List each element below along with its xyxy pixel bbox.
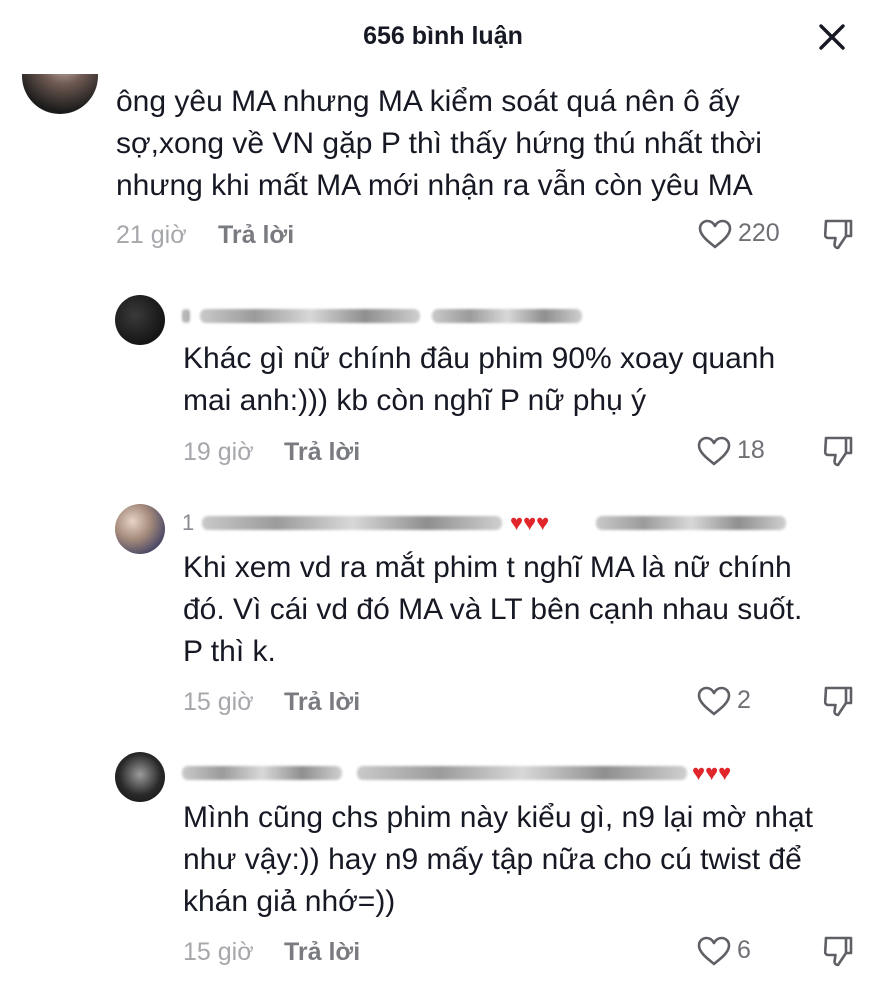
heart-emoji-icon: ♥♥♥ (692, 760, 732, 785)
avatar[interactable] (115, 504, 165, 554)
dislike-button[interactable] (822, 217, 856, 253)
heart-outline-icon (697, 686, 731, 716)
comment-time: 19 giờ (183, 438, 254, 466)
like-button[interactable]: 18 (697, 434, 777, 470)
username[interactable]: ♥♥♥ (182, 760, 802, 786)
thumbs-down-icon (823, 436, 853, 467)
comment-meta: 15 giờ Trả lời 2 (183, 686, 863, 722)
avatar[interactable] (115, 752, 165, 802)
thumbs-down-icon (823, 219, 853, 250)
reply-button[interactable]: Trả lời (218, 221, 294, 250)
username[interactable]: 1 ♥♥♥ (182, 510, 802, 536)
username[interactable] (182, 303, 602, 329)
comment-time: 15 giờ (183, 688, 254, 716)
like-count: 18 (737, 436, 765, 464)
comment-time: 21 giờ (116, 221, 187, 249)
thumbs-down-icon (823, 686, 853, 717)
like-button[interactable]: 2 (697, 684, 777, 720)
avatar[interactable] (115, 295, 165, 345)
thumbs-down-icon (823, 936, 853, 967)
like-count: 6 (737, 936, 751, 964)
close-icon[interactable] (815, 20, 849, 54)
like-button[interactable]: 220 (698, 217, 788, 253)
comment-time: 15 giờ (183, 938, 254, 966)
like-count: 220 (738, 219, 780, 247)
comment-text: Mình cũng chs phim này kiểu gì, n9 lại m… (183, 801, 813, 918)
comment-text: ông yêu MA nhưng MA kiểm soát quá nên ô … (116, 85, 762, 202)
comment-meta: 21 giờ Trả lời 220 (116, 219, 856, 255)
comment-text: Khi xem vd ra mắt phim t nghĩ MA là nữ c… (183, 551, 803, 668)
comments-header: 656 bình luận (0, 0, 886, 72)
username-text: 1 (182, 510, 195, 535)
comment-count-title: 656 bình luận (363, 22, 523, 50)
reply-button[interactable]: Trả lời (284, 938, 360, 967)
reply-button[interactable]: Trả lời (284, 688, 360, 717)
heart-emoji-icon: ♥♥♥ (510, 510, 550, 535)
heart-outline-icon (697, 436, 731, 466)
dislike-button[interactable] (822, 934, 856, 970)
like-button[interactable]: 6 (697, 934, 777, 970)
heart-outline-icon (698, 219, 732, 249)
comment-meta: 15 giờ Trả lời 6 (183, 936, 863, 972)
comment-text: Khác gì nữ chính đâu phim 90% xoay quanh… (183, 342, 776, 417)
dislike-button[interactable] (822, 684, 856, 720)
reply-button[interactable]: Trả lời (284, 438, 360, 467)
heart-outline-icon (697, 936, 731, 966)
comment-meta: 19 giờ Trả lời 18 (183, 436, 863, 472)
dislike-button[interactable] (822, 434, 856, 470)
like-count: 2 (737, 686, 751, 714)
